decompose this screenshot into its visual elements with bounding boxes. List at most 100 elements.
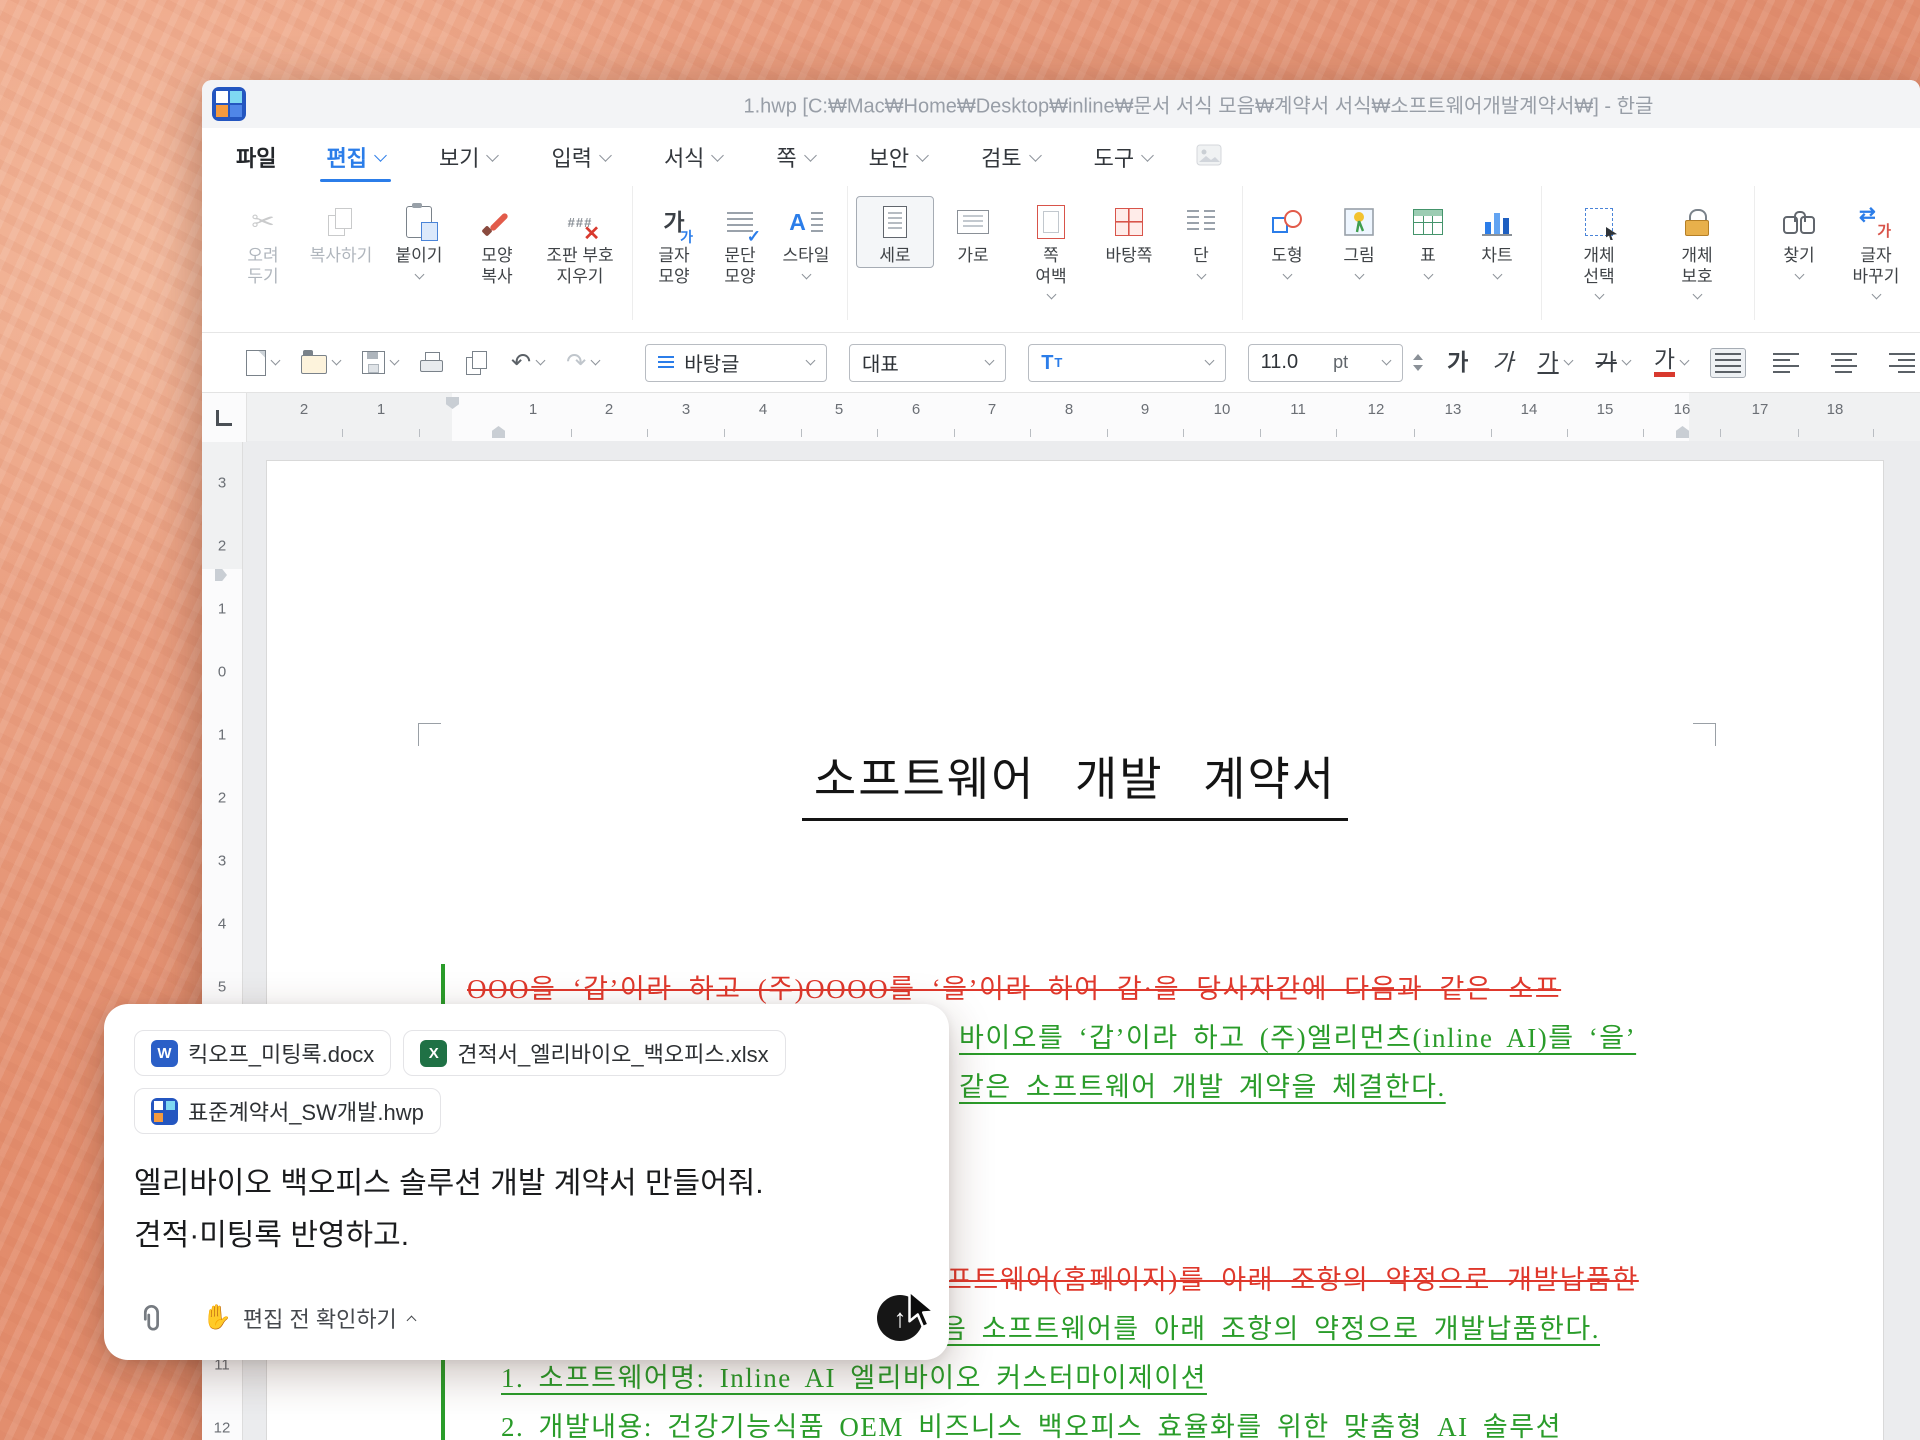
object-protect-button[interactable]: 개체 보호: [1648, 196, 1746, 299]
portrait-page-icon: [874, 199, 916, 245]
format-copy-button[interactable]: 모양 복사: [458, 196, 536, 288]
page-margin-button[interactable]: 쪽 여백: [1012, 196, 1090, 299]
undo-button[interactable]: ↶: [511, 351, 544, 375]
hwp-file-icon: [151, 1098, 178, 1125]
print-button[interactable]: [420, 352, 444, 374]
font-size-input[interactable]: 11.0 pt: [1248, 344, 1403, 382]
table-button[interactable]: 표: [1395, 196, 1461, 279]
columns-button[interactable]: 단: [1168, 196, 1234, 279]
shapes-button[interactable]: 도형: [1251, 196, 1323, 279]
para-shape-button[interactable]: ✓ 문단 모양: [707, 196, 773, 288]
open-button[interactable]: [301, 351, 340, 374]
align-right-button[interactable]: [1884, 348, 1920, 378]
paragraph-style-select[interactable]: 바탕글: [645, 344, 827, 382]
picture-button[interactable]: 그림: [1323, 196, 1395, 279]
menu-tab-tools[interactable]: 도구: [1090, 128, 1156, 186]
ribbon-group-clipboard: ✂ 오려 두기 복사하기 붙이기 모양 복사 ###✕: [216, 186, 633, 320]
ruler-number: 6: [912, 401, 920, 418]
chevron-down-icon: [1382, 356, 1392, 366]
prompt-input[interactable]: 엘리바이오 백오피스 솔루션 개발 계약서 만들어줘. 견적·미팅록 반영하고.: [134, 1158, 919, 1262]
redo-button[interactable]: ↷: [566, 351, 599, 375]
menu-tab-input[interactable]: 입력: [547, 128, 613, 186]
font-size-stepper[interactable]: [1413, 354, 1423, 371]
object-select-button[interactable]: 개체 선택: [1550, 196, 1648, 299]
menu-file[interactable]: 파일: [236, 141, 276, 173]
shapes-icon: [1266, 199, 1308, 245]
chevron-down-icon: [804, 149, 817, 162]
chart-button[interactable]: 차트: [1461, 196, 1533, 279]
replace-button[interactable]: ⇄가 글자 바꾸기: [1835, 196, 1917, 299]
paste-button[interactable]: 붙이기: [380, 196, 458, 279]
chevron-down-icon: [1492, 269, 1502, 279]
attach-paperclip-icon[interactable]: [134, 1302, 164, 1334]
ruler-number: 12: [202, 1420, 242, 1437]
horizontal-ruler[interactable]: 21123456789101112131415161718: [202, 393, 1920, 443]
save-button[interactable]: [362, 351, 398, 374]
mouse-cursor: [902, 1288, 942, 1332]
ruler-tick: [877, 429, 878, 437]
char-shape-icon: 가가: [653, 199, 695, 245]
font-color-button[interactable]: 가: [1654, 348, 1688, 377]
picture-menu-icon[interactable]: [1196, 144, 1222, 171]
align-left-button[interactable]: [1768, 348, 1804, 378]
copy-icon: [320, 199, 362, 245]
align-right-icon: [1889, 353, 1915, 373]
ruler-tick: [1567, 429, 1568, 437]
landscape-button[interactable]: 가로: [934, 196, 1012, 268]
new-document-button[interactable]: [246, 350, 279, 376]
ruler-number: 4: [202, 916, 242, 933]
redo-icon: ↷: [566, 351, 586, 375]
page-margin-icon: [1030, 199, 1072, 245]
attachment-chip-xlsx[interactable]: X 견적서_엘리바이오_백오피스.xlsx: [403, 1030, 785, 1076]
menu-tab-page[interactable]: 쪽: [772, 128, 818, 186]
document-title: 소프트웨어 개발 계약서: [267, 743, 1883, 821]
ruler-number: 5: [202, 979, 242, 996]
style-button[interactable]: A 스타일: [773, 196, 839, 279]
tab-selector[interactable]: [202, 393, 247, 442]
strikethrough-button[interactable]: 가: [1596, 351, 1630, 374]
font-family-select[interactable]: TT: [1028, 344, 1225, 382]
master-page-button[interactable]: 바탕쪽: [1090, 196, 1168, 268]
align-justify-button[interactable]: [1710, 348, 1746, 378]
ruler-number: 8: [1065, 401, 1073, 418]
chevron-down-icon: [591, 356, 601, 366]
open-folder-icon: [301, 355, 327, 374]
char-shape-button[interactable]: 가가 글자 모양: [641, 196, 707, 288]
ruler-number: 17: [1752, 401, 1769, 418]
inserted-text-line: 같은 소프트웨어 개발 계약을 체결한다.: [959, 1065, 1446, 1104]
underline-button[interactable]: 가: [1538, 351, 1572, 374]
titlebar[interactable]: 1.hwp [C:₩Mac₩Home₩Desktop₩inline₩문서 서식 …: [202, 80, 1920, 128]
bold-button[interactable]: 가: [1447, 351, 1468, 374]
italic-button[interactable]: 가: [1492, 351, 1513, 374]
clear-control-marks-button[interactable]: ###✕ 조판 부호 지우기: [536, 196, 624, 288]
ruler-number: 1: [202, 727, 242, 744]
master-page-icon: [1108, 199, 1150, 245]
ruler-number: 18: [1827, 401, 1844, 418]
table-icon: [1407, 199, 1449, 245]
ruler-number: 3: [682, 401, 690, 418]
copy-button[interactable]: 복사하기: [302, 196, 380, 268]
deleted-text-line: 프트웨어(홈페이지)를 아래 조항의 약정으로 개발납품한: [947, 1258, 1639, 1297]
attachment-chip-hwp[interactable]: 표준계약서_SW개발.hwp: [134, 1088, 441, 1134]
cut-button[interactable]: ✂ 오려 두기: [224, 196, 302, 288]
chevron-down-icon: [1423, 269, 1433, 279]
confirm-before-edit-toggle[interactable]: ✋ 편집 전 확인하기: [202, 1302, 415, 1334]
menu-tab-edit[interactable]: 편집: [322, 128, 388, 186]
attachment-chip-docx[interactable]: W 킥오프_미팅록.docx: [134, 1030, 391, 1076]
print-preview-button[interactable]: [466, 351, 489, 374]
portrait-button[interactable]: 세로: [856, 196, 934, 268]
top-margin-marker[interactable]: [215, 569, 227, 581]
paste-icon: [398, 199, 440, 245]
font-preset-select[interactable]: 대표: [849, 344, 1006, 382]
chevron-down-icon: [1621, 356, 1631, 366]
binoculars-icon: [1778, 199, 1820, 245]
menu-tab-security[interactable]: 보안: [865, 128, 931, 186]
align-center-button[interactable]: [1826, 348, 1862, 378]
chevron-down-icon: [916, 149, 929, 162]
menu-tab-view[interactable]: 보기: [435, 128, 501, 186]
scissors-icon: ✂: [242, 199, 284, 245]
menu-tab-format[interactable]: 서식: [660, 128, 726, 186]
chevron-down-icon: [536, 356, 546, 366]
find-button[interactable]: 찾기: [1763, 196, 1835, 279]
menu-tab-review[interactable]: 검토: [977, 128, 1043, 186]
